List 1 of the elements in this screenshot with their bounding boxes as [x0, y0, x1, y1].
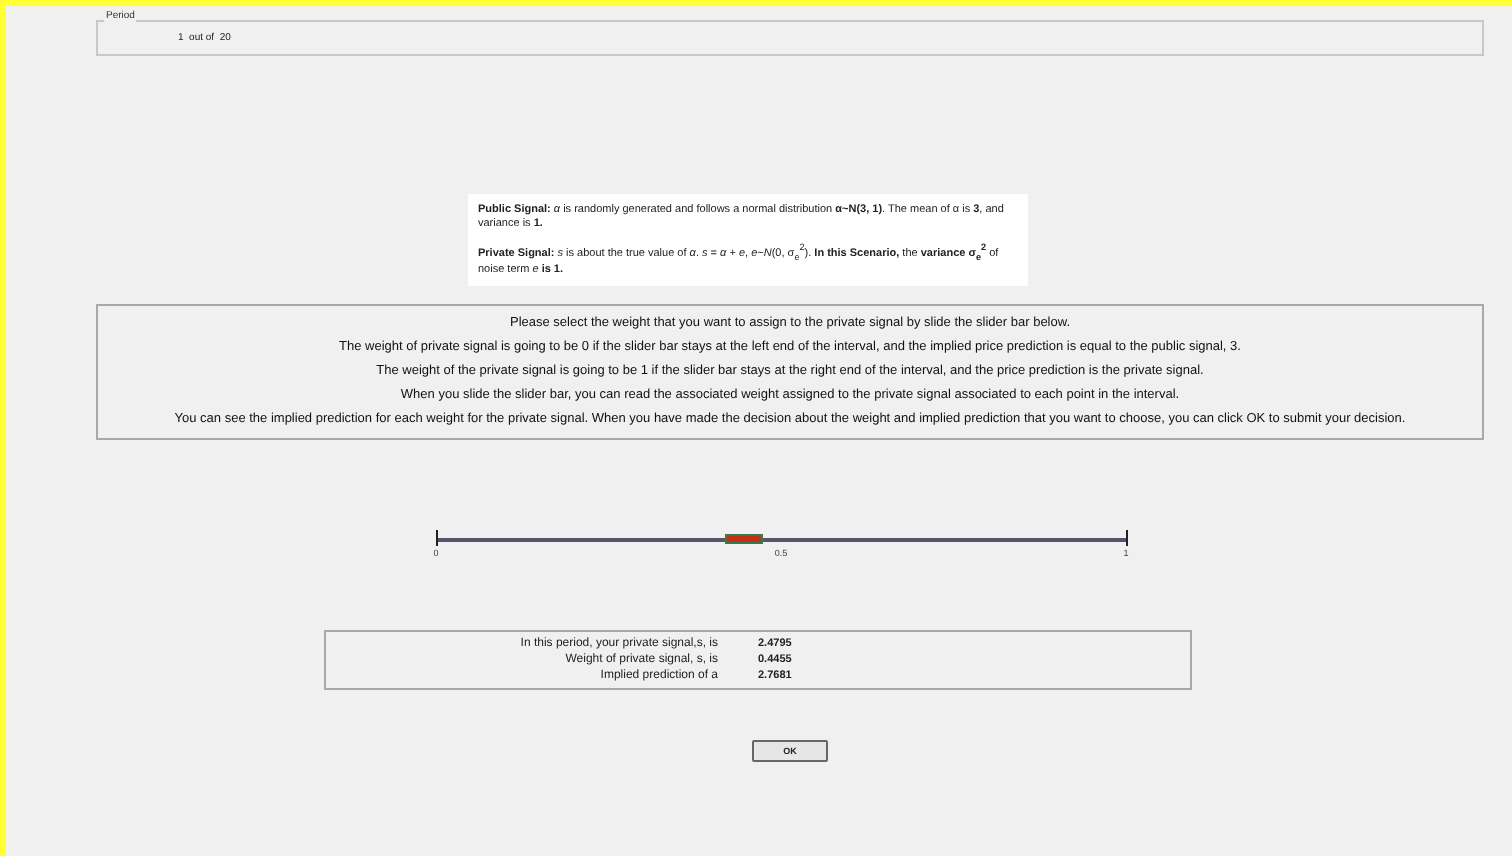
slider-thumb[interactable] [724, 534, 763, 545]
